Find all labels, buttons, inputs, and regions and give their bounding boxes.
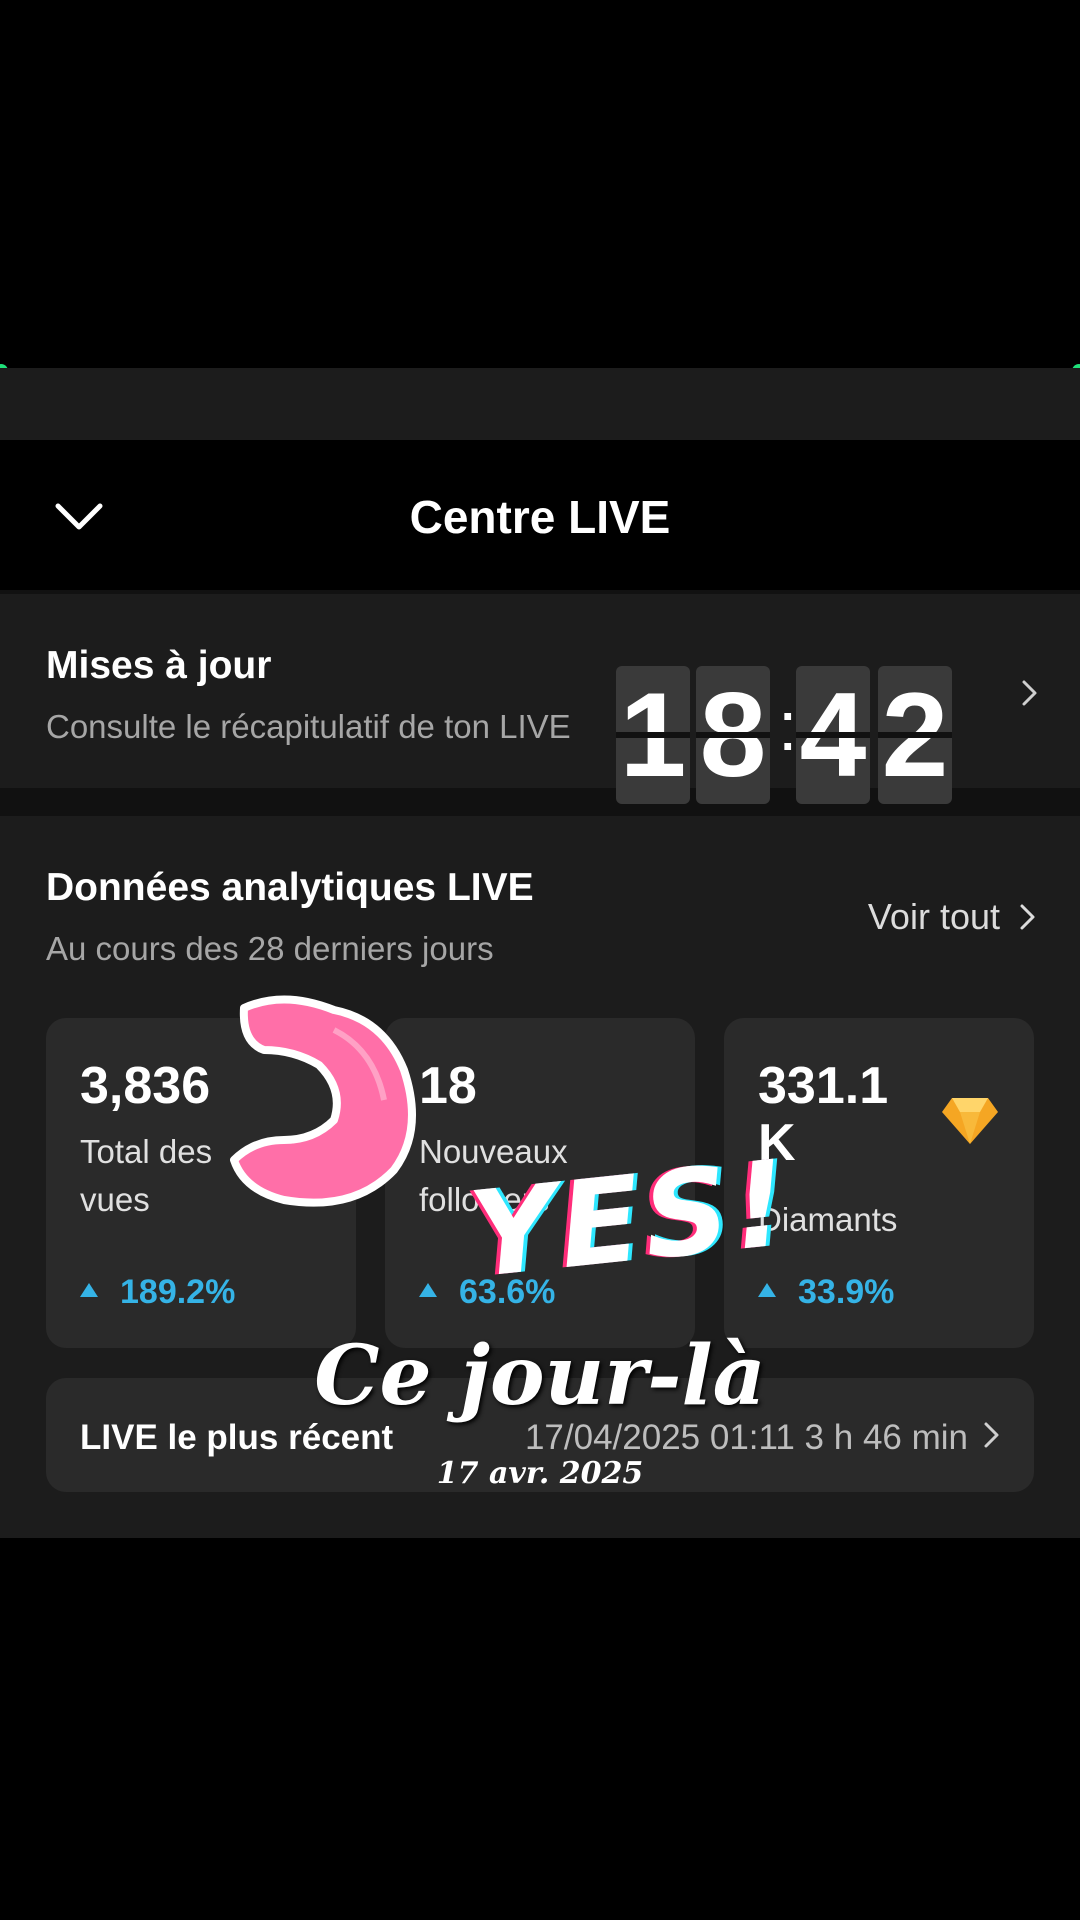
up-arrow-icon <box>419 1283 437 1298</box>
stat-value: 3,836 <box>80 1057 211 1115</box>
analytics-subtitle: Au cours des 28 derniers jours <box>46 930 494 967</box>
updates-subtitle: Consulte le récapitulatif de ton LIVE <box>46 708 571 745</box>
updates-title: Mises à jour <box>46 644 272 687</box>
recent-chevron-icon[interactable] <box>976 1420 1006 1450</box>
recent-live-label: LIVE le plus récent <box>80 1418 394 1457</box>
memory-date: 17 avr. 2025 <box>436 1456 644 1491</box>
stat-delta-value: 33.9% <box>798 1273 895 1311</box>
stat-label-line1: Total des <box>80 1133 213 1170</box>
clock-digit: 8 <box>696 666 770 804</box>
diamond-icon <box>942 1098 998 1144</box>
clock-digit: 4 <box>796 666 870 804</box>
memory-caption: Ce jour-là <box>314 1328 766 1424</box>
analytics-title: Données analytiques LIVE <box>46 866 534 909</box>
flexed-arm-sticker <box>230 995 416 1207</box>
stat-label: Total des vues <box>80 1128 212 1224</box>
clock-colon: : <box>778 687 798 765</box>
stat-label-line2: vues <box>80 1180 150 1218</box>
stat-delta: 189.2% <box>80 1273 235 1312</box>
clock-digit: 1 <box>616 666 690 804</box>
see-all-link[interactable]: Voir tout <box>868 896 1000 938</box>
see-all-chevron-icon[interactable] <box>1012 902 1042 932</box>
screen: Centre LIVE Mises à jour Consulte le réc… <box>0 0 1080 1920</box>
up-arrow-icon <box>758 1283 776 1298</box>
stat-delta: 33.9% <box>758 1273 894 1312</box>
page-title: Centre LIVE <box>409 491 671 543</box>
stat-delta-value: 189.2% <box>120 1273 236 1311</box>
recent-live-info: 17/04/2025 01:11 3 h 46 min <box>524 1418 968 1457</box>
chevron-right-icon[interactable] <box>1014 678 1044 708</box>
stat-value-line1: 331.1 <box>758 1057 889 1115</box>
up-arrow-icon <box>80 1283 98 1298</box>
clock-digit: 2 <box>878 666 952 804</box>
